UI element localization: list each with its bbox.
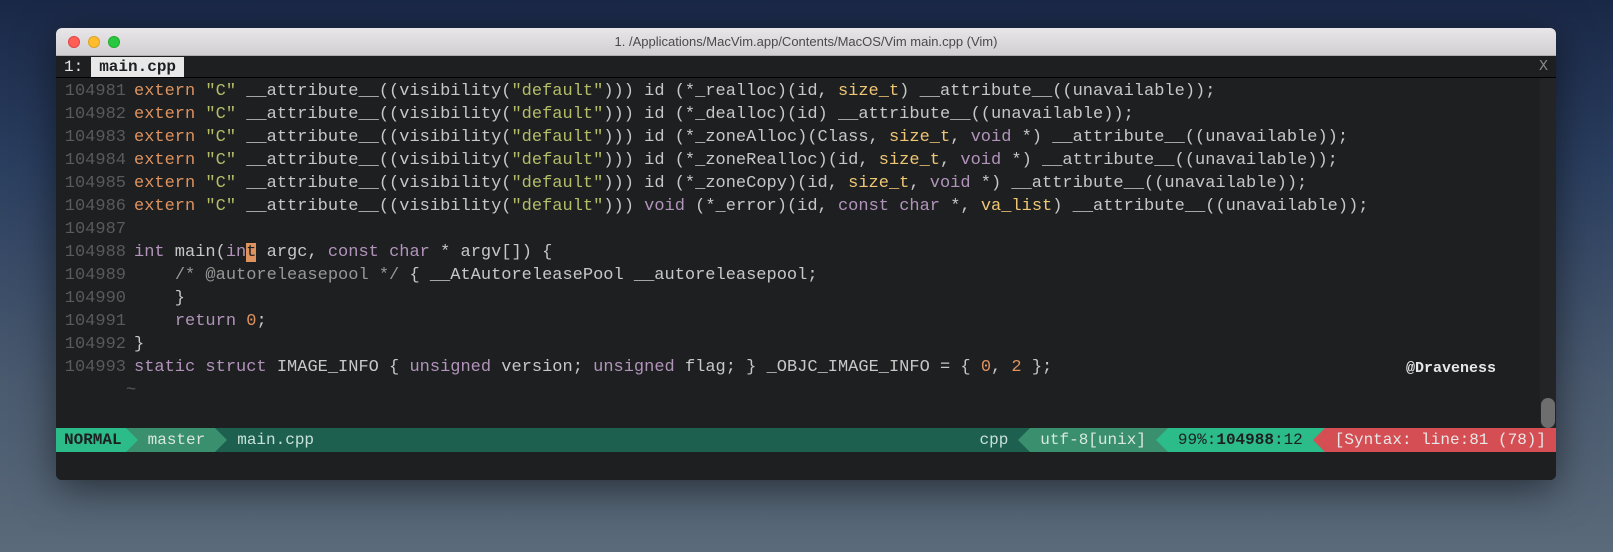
watermark: @Draveness bbox=[1406, 360, 1496, 377]
code-text: extern "C" __attribute__((visibility("de… bbox=[134, 126, 1348, 149]
code-line: 104984extern "C" __attribute__((visibili… bbox=[56, 149, 1556, 172]
code-text: } bbox=[134, 287, 185, 310]
tab-close-icon[interactable]: X bbox=[1539, 58, 1548, 75]
empty-line-tilde: ~ bbox=[56, 379, 1556, 402]
statusline: NORMAL master main.cpp cpp utf-8[unix] 9… bbox=[56, 428, 1556, 452]
status-position: 99% :104988: 12 bbox=[1168, 428, 1313, 452]
code-line: 104989 /* @autoreleasepool */ { __AtAuto… bbox=[56, 264, 1556, 287]
line-number: 104984 bbox=[56, 149, 134, 172]
tabbar: 1: main.cpp X bbox=[56, 56, 1556, 78]
code-line: 104993static struct IMAGE_INFO { unsigne… bbox=[56, 356, 1556, 379]
command-line[interactable] bbox=[56, 452, 1556, 480]
code-text: int main(int argc, const char * argv[]) … bbox=[134, 241, 552, 264]
line-number: 104983 bbox=[56, 126, 134, 149]
code-text: } bbox=[134, 333, 144, 356]
macvim-window: 1. /Applications/MacVim.app/Contents/Mac… bbox=[56, 28, 1556, 480]
code-line: 104982extern "C" __attribute__((visibili… bbox=[56, 103, 1556, 126]
status-encoding: utf-8[unix] bbox=[1030, 428, 1156, 452]
code-text: return 0; bbox=[134, 310, 267, 333]
titlebar: 1. /Applications/MacVim.app/Contents/Mac… bbox=[56, 28, 1556, 56]
code-line: 104992} bbox=[56, 333, 1556, 356]
line-number: 104986 bbox=[56, 195, 134, 218]
line-number: 104992 bbox=[56, 333, 134, 356]
tab-active[interactable]: 1: main.cpp bbox=[56, 57, 184, 77]
line-number: 104989 bbox=[56, 264, 134, 287]
code-line: 104990 } bbox=[56, 287, 1556, 310]
code-text: extern "C" __attribute__((visibility("de… bbox=[134, 172, 1307, 195]
code-line: 104987 bbox=[56, 218, 1556, 241]
code-line: 104981extern "C" __attribute__((visibili… bbox=[56, 80, 1556, 103]
line-number: 104990 bbox=[56, 287, 134, 310]
line-number: 104988 bbox=[56, 241, 134, 264]
code-line: 104986extern "C" __attribute__((visibili… bbox=[56, 195, 1556, 218]
status-filetype: cpp bbox=[969, 428, 1018, 452]
scrollbar-thumb[interactable] bbox=[1541, 398, 1555, 428]
line-number: 104987 bbox=[56, 218, 134, 241]
status-mode: NORMAL bbox=[56, 428, 126, 452]
status-filename: main.cpp bbox=[227, 428, 969, 452]
code-text: extern "C" __attribute__((visibility("de… bbox=[134, 195, 1369, 218]
tab-label: main.cpp bbox=[91, 57, 184, 77]
status-branch: master bbox=[138, 428, 216, 452]
code-line: 104991 return 0; bbox=[56, 310, 1556, 333]
line-number: 104982 bbox=[56, 103, 134, 126]
status-error: [Syntax: line:81 (78)] bbox=[1325, 428, 1556, 452]
code-line: 104988int main(int argc, const char * ar… bbox=[56, 241, 1556, 264]
code-line: 104983extern "C" __attribute__((visibili… bbox=[56, 126, 1556, 149]
line-number: 104981 bbox=[56, 80, 134, 103]
code-text: extern "C" __attribute__((visibility("de… bbox=[134, 80, 1215, 103]
code-text: /* @autoreleasepool */ { __AtAutorelease… bbox=[134, 264, 818, 287]
editor-area[interactable]: 104981extern "C" __attribute__((visibili… bbox=[56, 78, 1556, 428]
window-title: 1. /Applications/MacVim.app/Contents/Mac… bbox=[56, 34, 1556, 49]
line-number: 104993 bbox=[56, 356, 134, 379]
code-line: 104985extern "C" __attribute__((visibili… bbox=[56, 172, 1556, 195]
tab-index: 1: bbox=[56, 57, 87, 77]
code-text: extern "C" __attribute__((visibility("de… bbox=[134, 103, 1134, 126]
code-text: extern "C" __attribute__((visibility("de… bbox=[134, 149, 1338, 172]
line-number: 104991 bbox=[56, 310, 134, 333]
scrollbar[interactable] bbox=[1540, 78, 1556, 428]
line-number: 104985 bbox=[56, 172, 134, 195]
code-text: static struct IMAGE_INFO { unsigned vers… bbox=[134, 356, 1052, 379]
